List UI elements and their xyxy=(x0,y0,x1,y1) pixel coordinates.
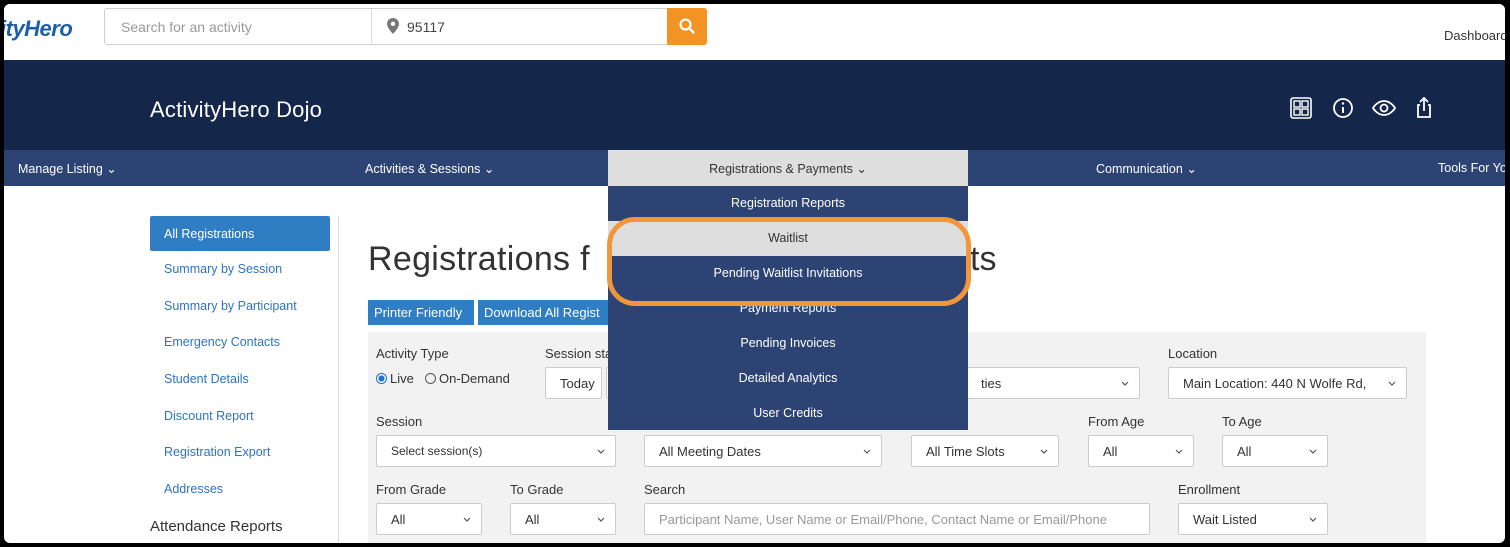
chevron-down-icon xyxy=(1175,449,1183,454)
download-all-button[interactable]: Download All Regist xyxy=(478,300,612,325)
enrollment-label: Enrollment xyxy=(1178,482,1241,497)
session-label: Session xyxy=(376,414,423,429)
top-search-bar: ityHero Search for an activity 95117 Das… xyxy=(4,4,1505,60)
meeting-dates-select[interactable]: All Meeting Dates xyxy=(644,435,882,467)
sidebar-item-addresses[interactable]: Addresses xyxy=(150,471,330,508)
radio-empty-icon xyxy=(425,373,436,384)
menu-item-pending-waitlist-invitations[interactable]: Pending Waitlist Invitations xyxy=(608,256,968,291)
location-label: Location xyxy=(1168,346,1218,361)
eye-icon[interactable] xyxy=(1372,96,1396,120)
activity-search-input[interactable]: Search for an activity xyxy=(121,19,252,35)
sidebar-divider xyxy=(338,216,339,543)
chevron-down-icon xyxy=(597,517,605,522)
from-grade-label: From Grade xyxy=(376,482,447,497)
nav-registrations-payments[interactable]: Registrations & Payments ⌄ xyxy=(608,150,968,186)
dashboard-link[interactable]: Dashboard xyxy=(1444,28,1505,43)
menu-item-registration-reports[interactable]: Registration Reports xyxy=(608,186,968,221)
nav-tools[interactable]: Tools For Yo xyxy=(1438,161,1505,175)
chevron-down-icon: ⌄ xyxy=(483,162,495,176)
activity-type-label: Activity Type xyxy=(376,346,449,361)
enrollment-select-value: Wait Listed xyxy=(1193,512,1257,527)
search-divider xyxy=(371,9,372,44)
activity-type-on-demand[interactable]: On-Demand xyxy=(425,371,510,386)
chevron-down-icon xyxy=(1309,517,1317,522)
search-icon xyxy=(679,18,695,34)
from-age-label: From Age xyxy=(1088,414,1145,429)
info-icon[interactable] xyxy=(1331,96,1355,120)
participant-search-input[interactable]: Participant Name, User Name or Email/Pho… xyxy=(644,503,1150,535)
menu-item-pending-invoices[interactable]: Pending Invoices xyxy=(608,326,968,361)
search-label: Search xyxy=(644,482,686,497)
chevron-down-icon: ⌄ xyxy=(856,162,867,176)
menu-item-detailed-analytics[interactable]: Detailed Analytics xyxy=(608,361,968,396)
qr-code-icon[interactable] xyxy=(1289,96,1313,120)
page-title-end: ts xyxy=(970,240,997,278)
activity-type-live[interactable]: Live xyxy=(376,371,414,386)
to-age-select-value: All xyxy=(1237,444,1252,459)
today-button[interactable]: Today xyxy=(545,367,602,399)
app-window: ityHero Search for an activity 95117 Das… xyxy=(4,4,1505,543)
location-pin-icon xyxy=(387,18,399,34)
provider-header: ActivityHero Dojo xyxy=(4,60,1505,150)
chevron-down-icon xyxy=(463,517,471,522)
radio-selected-icon xyxy=(376,373,387,384)
to-age-select[interactable]: All xyxy=(1222,435,1328,467)
session-select[interactable]: Select session(s) xyxy=(376,435,616,467)
chevron-down-icon xyxy=(1040,449,1048,454)
location-select-value: Main Location: 440 N Wolfe Rd, xyxy=(1183,376,1367,391)
sidebar-item-student-details[interactable]: Student Details xyxy=(150,361,330,398)
menu-item-payment-reports[interactable]: Payment Reports xyxy=(608,291,968,326)
registrations-payments-menu: Registration Reports Waitlist Pending Wa… xyxy=(608,186,968,430)
enrollment-select[interactable]: Wait Listed xyxy=(1178,503,1328,535)
chevron-down-icon xyxy=(1121,381,1129,386)
activities-select-value: ties xyxy=(981,376,1002,391)
activityhero-logo[interactable]: ityHero xyxy=(4,16,73,42)
from-age-select[interactable]: All xyxy=(1088,435,1194,467)
search-box: Search for an activity 95117 xyxy=(104,8,707,45)
reports-sidebar: All Registrations Summary by Session Sum… xyxy=(150,216,330,508)
time-slots-select[interactable]: All Time Slots xyxy=(911,435,1059,467)
chevron-down-icon: ⌄ xyxy=(106,162,117,176)
location-select[interactable]: Main Location: 440 N Wolfe Rd, xyxy=(1168,367,1407,399)
sidebar-item-discount-report[interactable]: Discount Report xyxy=(150,398,330,435)
session-start-label: Session sta xyxy=(545,346,613,361)
menu-item-waitlist[interactable]: Waitlist xyxy=(608,221,968,256)
time-slots-select-value: All Time Slots xyxy=(926,444,1005,459)
chevron-down-icon xyxy=(1309,449,1317,454)
sidebar-item-summary-by-session[interactable]: Summary by Session xyxy=(150,251,330,288)
chevron-down-icon xyxy=(1388,381,1396,386)
sidebar-item-all-registrations[interactable]: All Registrations xyxy=(150,216,330,251)
sidebar-item-emergency-contacts[interactable]: Emergency Contacts xyxy=(150,324,330,361)
chevron-down-icon xyxy=(597,449,605,454)
nav-manage-listing[interactable]: Manage Listing ⌄ xyxy=(18,161,117,176)
from-grade-select[interactable]: All xyxy=(376,503,482,535)
to-grade-label: To Grade xyxy=(510,482,564,497)
from-grade-select-value: All xyxy=(391,512,406,527)
menu-item-user-credits[interactable]: User Credits xyxy=(608,396,968,431)
sidebar-item-registration-export[interactable]: Registration Export xyxy=(150,434,330,471)
nav-activities-sessions[interactable]: Activities & Sessions ⌄ xyxy=(365,161,494,176)
from-age-select-value: All xyxy=(1103,444,1118,459)
zip-code-input[interactable]: 95117 xyxy=(407,19,445,35)
chevron-down-icon xyxy=(863,449,871,454)
chevron-down-icon: ⌄ xyxy=(1186,162,1197,176)
activities-select[interactable]: ties xyxy=(966,367,1140,399)
attendance-reports-heading: Attendance Reports xyxy=(150,518,283,535)
search-button[interactable] xyxy=(667,8,707,45)
to-grade-select-value: All xyxy=(525,512,540,527)
sidebar-item-summary-by-participant[interactable]: Summary by Participant xyxy=(150,288,330,325)
nav-communication[interactable]: Communication ⌄ xyxy=(1096,161,1197,176)
page-title: Registrations f xyxy=(368,240,590,278)
main-nav: Manage Listing ⌄ Activities & Sessions ⌄… xyxy=(4,150,1505,186)
session-select-value: Select session(s) xyxy=(391,444,483,458)
meeting-dates-select-value: All Meeting Dates xyxy=(659,444,761,459)
printer-friendly-button[interactable]: Printer Friendly xyxy=(368,300,474,325)
business-name: ActivityHero Dojo xyxy=(150,97,323,122)
to-age-label: To Age xyxy=(1222,414,1262,429)
share-icon[interactable] xyxy=(1412,96,1436,120)
to-grade-select[interactable]: All xyxy=(510,503,616,535)
